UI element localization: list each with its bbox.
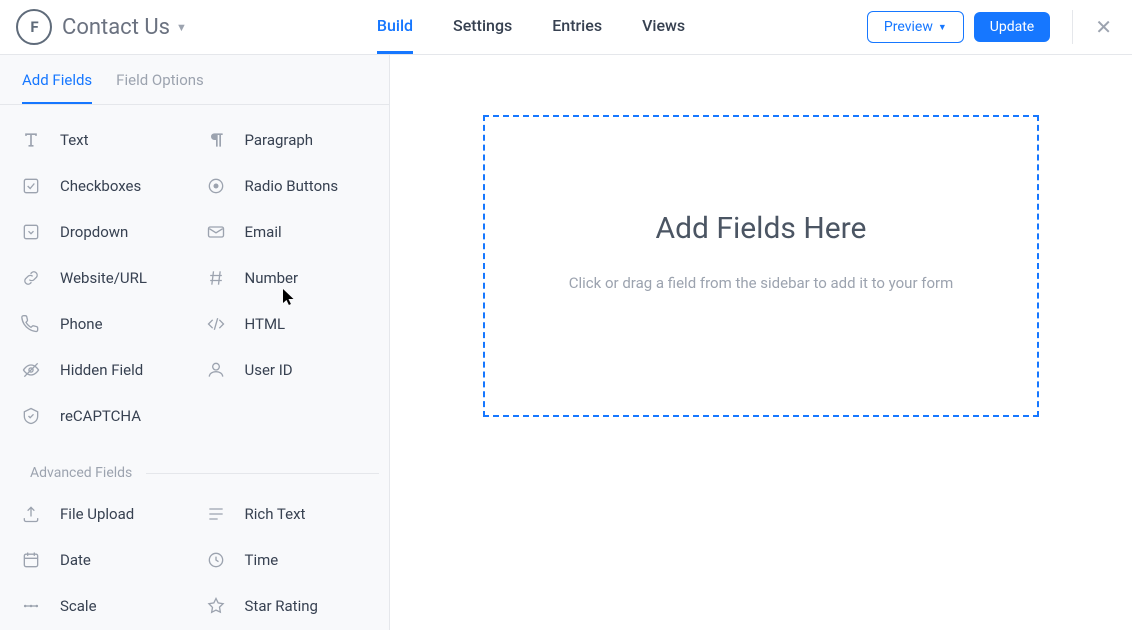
main-nav: Build Settings Entries Views bbox=[377, 0, 685, 54]
tab-add-fields[interactable]: Add Fields bbox=[22, 71, 92, 104]
dropzone-heading: Add Fields Here bbox=[656, 211, 867, 246]
checkbox-icon bbox=[20, 175, 42, 197]
form-title: Contact Us bbox=[62, 15, 170, 40]
advanced-header: Advanced Fields bbox=[0, 437, 389, 487]
field-label: Dropdown bbox=[60, 223, 128, 241]
hidden-icon bbox=[20, 359, 42, 381]
field-hidden-field[interactable]: Hidden Field bbox=[10, 349, 195, 391]
field-label: Radio Buttons bbox=[245, 177, 339, 195]
field-label: Hidden Field bbox=[60, 361, 143, 379]
basic-fields: Text Paragraph Checkboxes Radio Buttons Drop… bbox=[0, 105, 389, 437]
update-button[interactable]: Update bbox=[974, 12, 1050, 42]
preview-button[interactable]: Preview ▼ bbox=[867, 11, 964, 43]
date-icon bbox=[20, 549, 42, 571]
close-button[interactable]: ✕ bbox=[1072, 10, 1112, 44]
field-user-id[interactable]: User ID bbox=[195, 349, 380, 391]
sidebar-tabs: Add Fields Field Options bbox=[0, 55, 389, 105]
field-label: Text bbox=[60, 131, 89, 149]
nav-settings[interactable]: Settings bbox=[453, 0, 512, 54]
form-title-dropdown[interactable]: Contact Us ▼ bbox=[62, 15, 187, 40]
field-star-rating[interactable]: Star Rating bbox=[195, 585, 380, 627]
field-text[interactable]: Text bbox=[10, 119, 195, 161]
number-icon bbox=[205, 267, 227, 289]
field-website-url[interactable]: Website/URL bbox=[10, 257, 195, 299]
field-date[interactable]: Date bbox=[10, 539, 195, 581]
close-icon: ✕ bbox=[1095, 15, 1112, 39]
dropdown-icon bbox=[20, 221, 42, 243]
dropzone[interactable]: Add Fields Here Click or drag a field fr… bbox=[483, 115, 1039, 417]
user-icon bbox=[205, 359, 227, 381]
recaptcha-icon bbox=[20, 405, 42, 427]
nav-build[interactable]: Build bbox=[377, 0, 413, 54]
field-time[interactable]: Time bbox=[195, 539, 380, 581]
app-logo: F bbox=[16, 9, 52, 45]
field-checkboxes[interactable]: Checkboxes bbox=[10, 165, 195, 207]
text-icon bbox=[20, 129, 42, 151]
advanced-header-label: Advanced Fields bbox=[30, 465, 132, 481]
field-label: Email bbox=[245, 223, 282, 241]
phone-icon bbox=[20, 313, 42, 335]
advanced-fields: File Upload Rich Text Date Time Scale Star Ra… bbox=[0, 487, 389, 627]
scale-icon bbox=[20, 595, 42, 617]
field-phone[interactable]: Phone bbox=[10, 303, 195, 345]
field-label: Phone bbox=[60, 315, 103, 333]
topbar: F Contact Us ▼ Build Settings Entries Vi… bbox=[0, 0, 1132, 55]
field-paragraph[interactable]: Paragraph bbox=[195, 119, 380, 161]
field-html[interactable]: HTML bbox=[195, 303, 380, 345]
field-label: Date bbox=[60, 551, 91, 569]
preview-label: Preview bbox=[884, 19, 933, 35]
star-icon bbox=[205, 595, 227, 617]
field-label: Website/URL bbox=[60, 269, 147, 287]
field-label: reCAPTCHA bbox=[60, 407, 141, 425]
upload-icon bbox=[20, 503, 42, 525]
tab-field-options[interactable]: Field Options bbox=[116, 71, 204, 104]
paragraph-icon bbox=[205, 129, 227, 151]
workspace: Add Fields Field Options Text Paragraph Ch… bbox=[0, 55, 1132, 630]
field-radio-buttons[interactable]: Radio Buttons bbox=[195, 165, 380, 207]
nav-views[interactable]: Views bbox=[642, 0, 685, 54]
field-number[interactable]: Number bbox=[195, 257, 380, 299]
field-label: Rich Text bbox=[245, 505, 306, 523]
field-label: Time bbox=[245, 551, 279, 569]
field-label: Number bbox=[245, 269, 299, 287]
field-label: HTML bbox=[245, 315, 286, 333]
canvas: Add Fields Here Click or drag a field fr… bbox=[390, 55, 1132, 630]
radio-icon bbox=[205, 175, 227, 197]
caret-down-icon: ▼ bbox=[176, 21, 187, 34]
time-icon bbox=[205, 549, 227, 571]
field-recaptcha[interactable]: reCAPTCHA bbox=[10, 395, 195, 437]
email-icon bbox=[205, 221, 227, 243]
divider bbox=[146, 473, 379, 474]
field-rich-text[interactable]: Rich Text bbox=[195, 493, 380, 535]
rich-icon bbox=[205, 503, 227, 525]
dropzone-subtext: Click or drag a field from the sidebar t… bbox=[569, 274, 954, 292]
field-label: Paragraph bbox=[245, 131, 314, 149]
field-label: Star Rating bbox=[245, 597, 318, 615]
sidebar: Add Fields Field Options Text Paragraph Ch… bbox=[0, 55, 390, 630]
html-icon bbox=[205, 313, 227, 335]
field-email[interactable]: Email bbox=[195, 211, 380, 253]
url-icon bbox=[20, 267, 42, 289]
nav-entries[interactable]: Entries bbox=[552, 0, 602, 54]
field-file-upload[interactable]: File Upload bbox=[10, 493, 195, 535]
field-label: User ID bbox=[245, 361, 293, 379]
field-scale[interactable]: Scale bbox=[10, 585, 195, 627]
field-label: Checkboxes bbox=[60, 177, 141, 195]
field-dropdown[interactable]: Dropdown bbox=[10, 211, 195, 253]
field-label: File Upload bbox=[60, 505, 134, 523]
field-label: Scale bbox=[60, 597, 97, 615]
caret-down-icon: ▼ bbox=[938, 22, 947, 33]
